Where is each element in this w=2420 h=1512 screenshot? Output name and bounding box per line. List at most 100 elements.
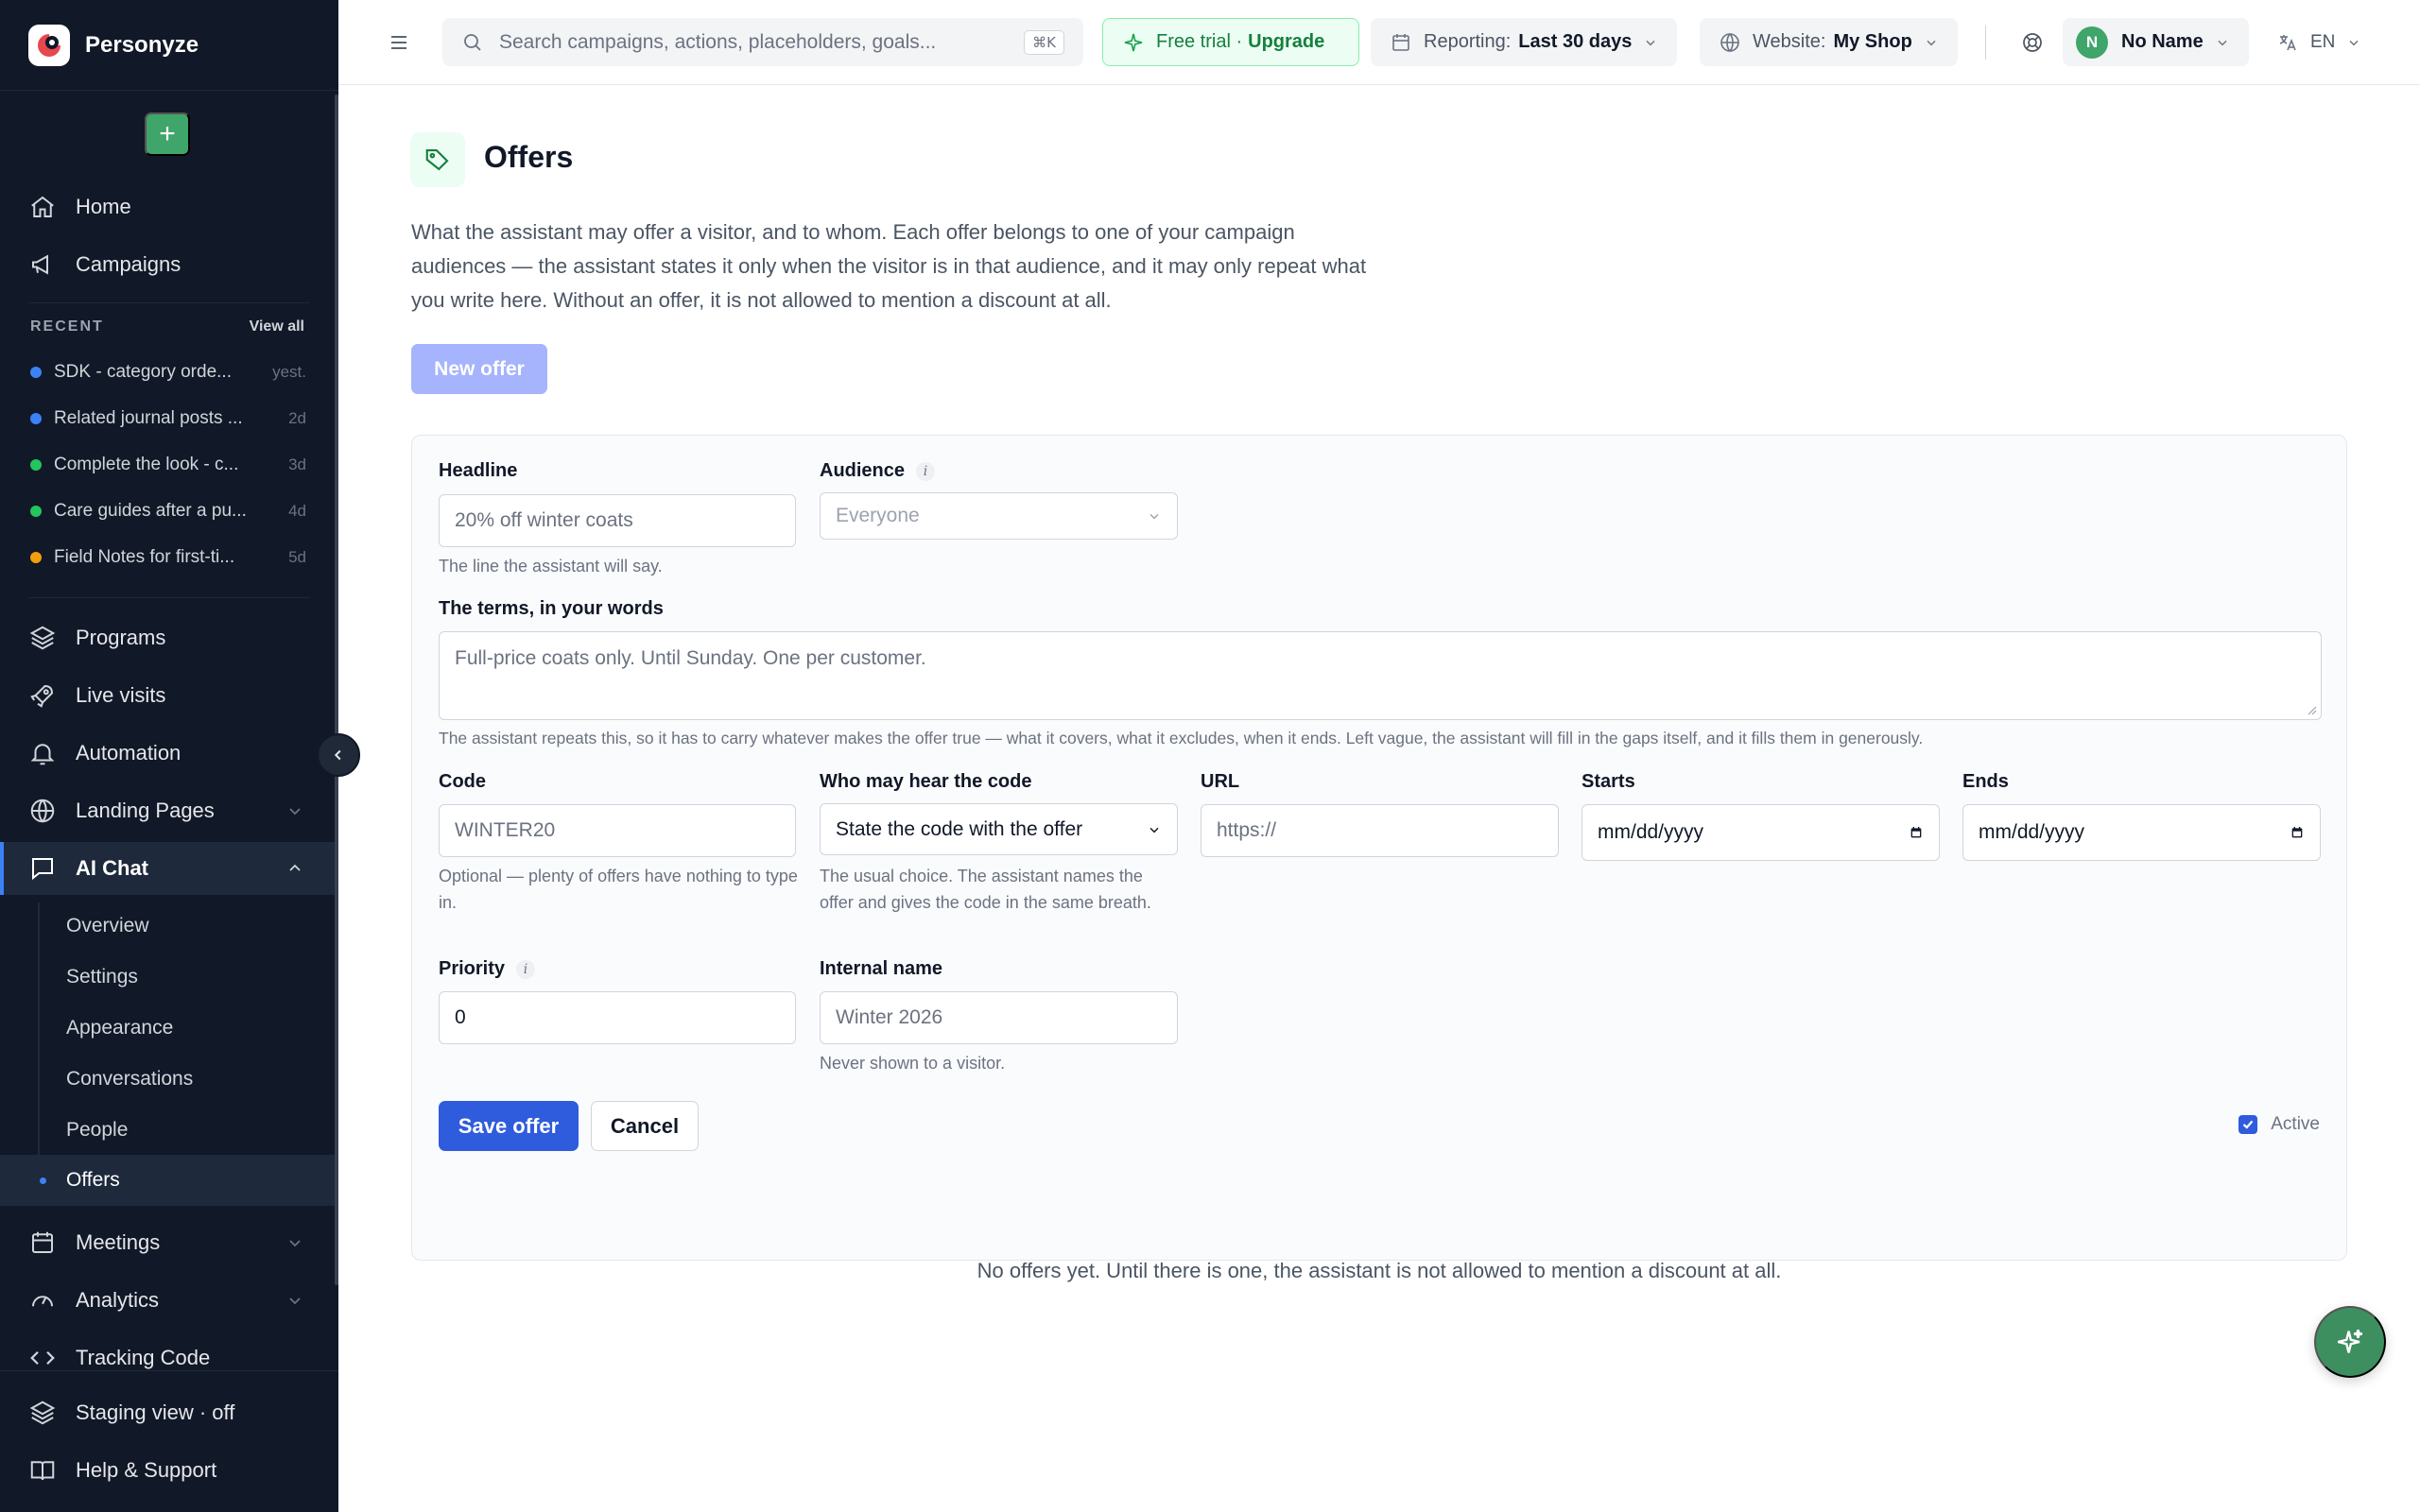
book-icon bbox=[30, 1461, 55, 1481]
chevron-down-icon bbox=[2349, 40, 2359, 45]
starts-date-input[interactable]: mm/dd/yyyy bbox=[1582, 804, 1940, 861]
recent-item-label: Care guides after a pu... bbox=[54, 501, 247, 521]
topbar: Search campaigns, actions, placeholders,… bbox=[338, 0, 2420, 85]
offer-form: Headline 20% off winter coats The line t… bbox=[411, 435, 2347, 1261]
who-hears-label: Who may hear the code bbox=[820, 771, 1032, 793]
sidebar-subitem-overview[interactable]: Overview bbox=[0, 901, 338, 952]
new-offer-button[interactable]: New offer bbox=[411, 344, 547, 394]
info-icon[interactable]: i bbox=[516, 959, 536, 979]
who-hears-select[interactable]: State the code with the offer bbox=[820, 803, 1178, 855]
sidebar-item-label: Staging view · off bbox=[76, 1400, 235, 1424]
sidebar-subitem-appearance[interactable]: Appearance bbox=[0, 1003, 338, 1054]
brand[interactable]: Personyze bbox=[28, 24, 199, 67]
terms-placeholder: Full-price coats only. Until Sunday. One… bbox=[455, 647, 926, 669]
menu-toggle-button[interactable] bbox=[376, 18, 422, 66]
url-label: URL bbox=[1201, 771, 1239, 793]
sidebar-item-automation[interactable]: Automation bbox=[0, 727, 338, 780]
active-checkbox[interactable] bbox=[2238, 1115, 2258, 1134]
create-new-button[interactable]: + bbox=[145, 112, 190, 156]
sidebar-item-landing-pages[interactable]: Landing Pages bbox=[0, 784, 338, 837]
recent-item[interactable]: Field Notes for first-ti... 5d bbox=[30, 543, 306, 572]
recent-item[interactable]: Related journal posts ... 2d bbox=[30, 404, 306, 433]
globe-icon bbox=[30, 799, 55, 823]
ends-date-input[interactable]: mm/dd/yyyy bbox=[1962, 804, 2321, 861]
sidebar-item-tracking-code[interactable]: Tracking Code bbox=[0, 1332, 338, 1384]
priority-input[interactable]: 0 bbox=[439, 991, 796, 1044]
status-dot bbox=[30, 367, 42, 378]
internal-name-help: Never shown to a visitor. bbox=[820, 1054, 1006, 1073]
check-icon bbox=[2243, 1120, 2254, 1129]
gauge-icon bbox=[32, 1296, 53, 1307]
cancel-button[interactable]: Cancel bbox=[591, 1101, 699, 1151]
translate-icon bbox=[2279, 34, 2296, 50]
audience-value: Everyone bbox=[836, 505, 920, 526]
terms-textarea[interactable]: Full-price coats only. Until Sunday. One… bbox=[439, 631, 2322, 720]
sidebar-item-programs[interactable]: Programs bbox=[0, 611, 338, 664]
url-input[interactable]: https:// bbox=[1201, 804, 1559, 857]
sidebar-item-campaigns[interactable]: Campaigns bbox=[0, 238, 338, 291]
active-label: Active bbox=[2271, 1114, 2320, 1134]
support-button[interactable] bbox=[2012, 18, 2053, 66]
website-select[interactable]: Website: My Shop bbox=[1700, 18, 1958, 66]
recent-view-all-link[interactable]: View all bbox=[250, 318, 304, 335]
sidebar-item-label: AI Chat bbox=[76, 856, 148, 880]
recent-item[interactable]: SDK - category orde... yest. bbox=[30, 358, 306, 387]
tag-icon bbox=[410, 132, 465, 187]
sidebar-item-label: Tracking Code bbox=[76, 1346, 211, 1369]
chat-icon bbox=[32, 858, 53, 881]
active-toggle[interactable]: Active bbox=[2238, 1114, 2320, 1135]
calendar-icon[interactable] bbox=[2290, 825, 2305, 840]
calendar-icon[interactable] bbox=[1909, 825, 1924, 840]
chevron-up-icon bbox=[289, 864, 301, 871]
rocket-icon bbox=[30, 684, 54, 708]
sidebar-item-ai-chat[interactable]: AI Chat bbox=[0, 842, 338, 895]
sidebar-item-staging-view[interactable]: Staging view · off bbox=[0, 1386, 338, 1439]
sidebar-item-analytics[interactable]: Analytics bbox=[0, 1274, 338, 1327]
sidebar-item-help-support[interactable]: Help & Support bbox=[0, 1444, 338, 1497]
sidebar-subitem-offers[interactable]: Offers bbox=[0, 1155, 338, 1206]
layers-icon bbox=[29, 626, 56, 650]
global-search[interactable]: Search campaigns, actions, placeholders,… bbox=[442, 18, 1083, 66]
code-input[interactable]: WINTER20 bbox=[439, 804, 796, 857]
terms-label: The terms, in your words bbox=[439, 598, 664, 620]
sidebar-divider bbox=[0, 90, 338, 91]
sidebar-item-home[interactable]: Home bbox=[0, 180, 338, 233]
chevron-down-icon bbox=[289, 808, 301, 816]
chevron-down-icon bbox=[1150, 827, 1159, 833]
resize-handle-icon[interactable] bbox=[2306, 704, 2317, 715]
reporting-period-select[interactable]: Reporting: Last 30 days bbox=[1371, 18, 1678, 66]
language-select[interactable]: EN bbox=[2276, 18, 2361, 66]
headline-input[interactable]: 20% off winter coats bbox=[439, 494, 796, 547]
ai-assistant-button[interactable] bbox=[2314, 1306, 2386, 1378]
sidebar-item-live-visits[interactable]: Live visits bbox=[0, 669, 338, 722]
user-menu[interactable]: N No Name bbox=[2063, 18, 2249, 66]
free-trial-upgrade-button[interactable]: Free trial · Upgrade bbox=[1102, 18, 1359, 66]
topbar-divider bbox=[1985, 26, 1986, 60]
sidebar-subitem-settings[interactable]: Settings bbox=[0, 952, 338, 1003]
sidebar-subitem-people[interactable]: People bbox=[0, 1105, 338, 1156]
calendar-icon bbox=[32, 1231, 53, 1253]
internal-name-input[interactable]: Winter 2026 bbox=[820, 991, 1178, 1044]
recent-item[interactable]: Care guides after a pu... 4d bbox=[30, 497, 306, 525]
audience-select[interactable]: Everyone bbox=[820, 492, 1178, 540]
sparkle-icon bbox=[2337, 1329, 2363, 1353]
sidebar-subitem-conversations[interactable]: Conversations bbox=[0, 1054, 338, 1105]
brand-name: Personyze bbox=[85, 32, 199, 58]
empty-state-message: No offers yet. Until there is one, the a… bbox=[977, 1259, 1782, 1282]
trial-label: Free trial · bbox=[1156, 31, 1243, 52]
sidebar-item-label: Help & Support bbox=[76, 1458, 217, 1482]
save-offer-button[interactable]: Save offer bbox=[439, 1101, 579, 1151]
recent-item-age: 3d bbox=[288, 455, 306, 473]
recent-item[interactable]: Complete the look - c... 3d bbox=[30, 451, 306, 479]
headline-help: The line the assistant will say. bbox=[439, 557, 663, 576]
chevron-down-icon bbox=[289, 1297, 301, 1305]
info-icon[interactable]: i bbox=[916, 461, 936, 481]
sidebar-item-meetings[interactable]: Meetings bbox=[0, 1216, 338, 1269]
search-input[interactable]: Search campaigns, actions, placeholders,… bbox=[499, 31, 1024, 54]
sidebar-item-label: Programs bbox=[76, 626, 166, 649]
status-dot bbox=[30, 459, 42, 471]
internal-name-label: Internal name bbox=[820, 958, 942, 980]
url-label-text: URL bbox=[1201, 771, 1240, 792]
recent-item-label: Related journal posts ... bbox=[54, 408, 243, 428]
reporting-value: Last 30 days bbox=[1518, 31, 1633, 52]
